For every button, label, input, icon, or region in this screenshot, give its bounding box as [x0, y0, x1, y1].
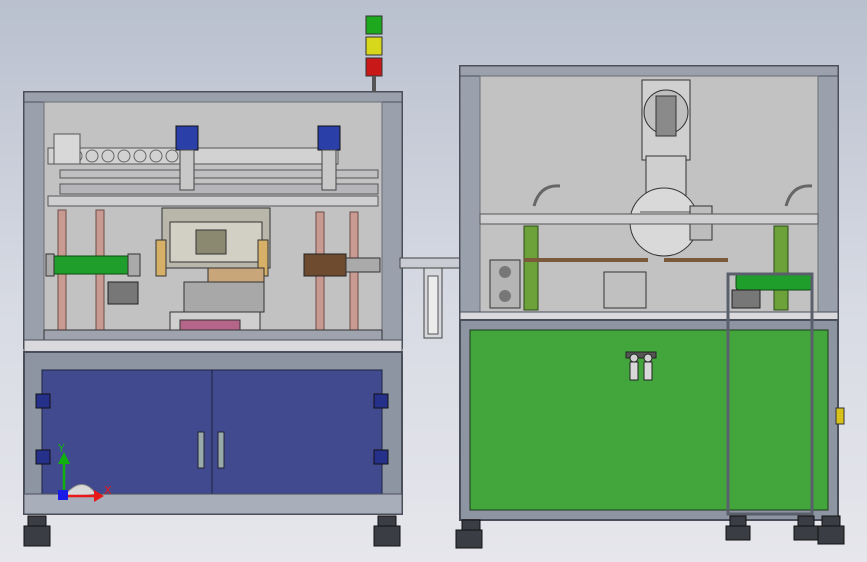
- cad-assembly-view: Y X: [23, 15, 845, 549]
- left-machine: [23, 91, 403, 547]
- transfer-conveyor: [399, 257, 463, 339]
- triad-y-label: Y: [57, 442, 65, 455]
- stack-light-icon: [365, 15, 383, 92]
- right-machine: [455, 65, 845, 549]
- triad-x-label: X: [104, 484, 112, 497]
